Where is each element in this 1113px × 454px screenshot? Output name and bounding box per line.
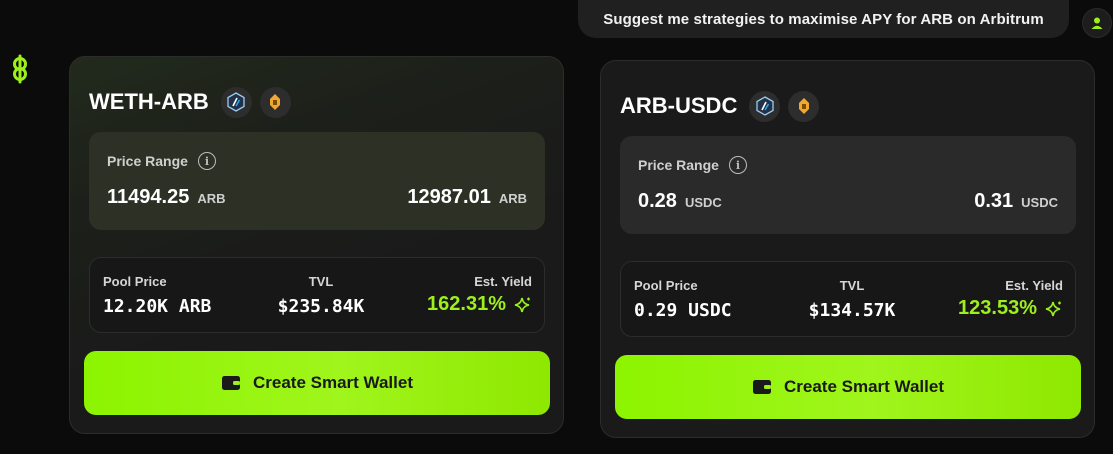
sparkle-icon [1045, 301, 1061, 316]
range-max: 0.31 USDC [974, 190, 1058, 213]
strategy-card-arb-usdc: ARB-USDC Price Range i 0.28 USDC 0.31 US… [600, 60, 1095, 438]
info-icon[interactable]: i [728, 156, 747, 174]
range-max-value: 12987.01 [407, 186, 491, 208]
yield-stat: Est. Yield 123.53% [958, 278, 1063, 320]
chat-canvas: Suggest me strategies to maximise APY fo… [0, 0, 1113, 454]
yield-label: Est. Yield [1005, 278, 1063, 293]
arbitrum-icon [220, 86, 252, 118]
yield-value: 123.53% [958, 297, 1037, 319]
tvl-label: TVL [308, 274, 334, 289]
create-smart-wallet-label: Create Smart Wallet [784, 377, 944, 396]
info-icon[interactable]: i [197, 152, 216, 170]
range-min-value: 11494.25 [107, 186, 190, 208]
range-min-unit: ARB [197, 191, 226, 206]
price-range-label-text: Price Range [107, 153, 188, 169]
wallet-icon [753, 380, 771, 394]
range-max-unit: ARB [498, 191, 527, 206]
price-range-panel: Price Range i 0.28 USDC 0.31 USDC [620, 136, 1076, 234]
tvl-stat: TVL $134.57K [802, 278, 902, 321]
user-icon [1091, 17, 1103, 29]
range-min: 11494.25 ARB [107, 186, 226, 209]
yield-value: 162.31% [427, 293, 506, 315]
create-smart-wallet-button[interactable]: Create Smart Wallet [84, 351, 550, 415]
tvl-stat: TVL $235.84K [271, 274, 371, 317]
tvl-value: $134.57K [808, 300, 896, 321]
price-range-panel: Price Range i 11494.25 ARB 12987.01 ARB [89, 132, 545, 230]
card-header: WETH-ARB [89, 85, 291, 119]
range-min-unit: USDC [684, 195, 722, 210]
pool-price-value: 12.20K ARB [103, 296, 212, 317]
user-message-bubble: Suggest me strategies to maximise APY fo… [578, 0, 1069, 38]
sparkle-icon [514, 297, 530, 312]
pool-price-label: Pool Price [634, 278, 698, 293]
card-header: ARB-USDC [620, 89, 820, 123]
yield-stat: Est. Yield 162.31% [427, 274, 532, 316]
tvl-value: $235.84K [277, 296, 365, 317]
range-max-value: 0.31 [974, 190, 1014, 212]
camelot-icon [788, 90, 820, 122]
pair-name: WETH-ARB [89, 89, 209, 114]
user-avatar[interactable] [1082, 8, 1112, 38]
range-max: 12987.01 ARB [407, 186, 527, 209]
range-max-unit: USDC [1021, 195, 1058, 210]
tvl-label: TVL [839, 278, 865, 293]
pool-price-stat: Pool Price 0.29 USDC [634, 278, 732, 321]
brand-logo-icon [13, 54, 27, 84]
pool-price-value: 0.29 USDC [634, 300, 732, 321]
pair-name: ARB-USDC [620, 93, 738, 118]
user-message-text: Suggest me strategies to maximise APY fo… [603, 10, 1044, 28]
arbitrum-icon [749, 90, 781, 122]
pool-stats-panel: Pool Price 0.29 USDC TVL $134.57K Est. Y… [620, 261, 1076, 337]
price-range-label: Price Range i [107, 152, 216, 170]
strategy-card-weth-arb: WETH-ARB Price Range i 11494.25 ARB 1298… [69, 56, 564, 434]
pool-stats-panel: Pool Price 12.20K ARB TVL $235.84K Est. … [89, 257, 545, 333]
wallet-icon [222, 376, 240, 390]
create-smart-wallet-button[interactable]: Create Smart Wallet [615, 355, 1081, 419]
create-smart-wallet-label: Create Smart Wallet [253, 373, 413, 392]
pool-price-stat: Pool Price 12.20K ARB [103, 274, 211, 317]
range-min-value: 0.28 [638, 190, 677, 212]
yield-label: Est. Yield [474, 274, 532, 289]
price-range-label-text: Price Range [638, 157, 719, 173]
pool-price-label: Pool Price [103, 274, 167, 289]
price-range-label: Price Range i [638, 156, 747, 174]
camelot-icon [259, 86, 291, 118]
range-min: 0.28 USDC [638, 190, 722, 213]
